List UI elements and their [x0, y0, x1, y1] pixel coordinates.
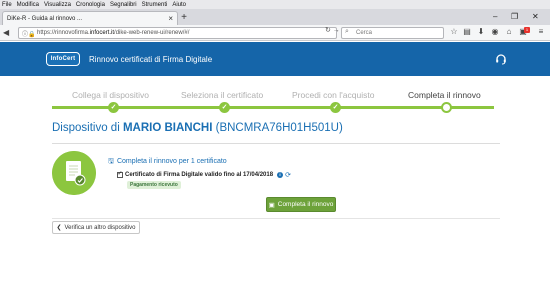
- device-prefix: Dispositivo di: [52, 122, 123, 134]
- browser-tab[interactable]: DiKe-R - Guida al rinnovo ... ×: [2, 11, 178, 25]
- menu-bar: File Modifica Visualizza Cronologia Segn…: [0, 0, 550, 9]
- window-close-icon[interactable]: ✕: [532, 12, 539, 21]
- menu-visualizza[interactable]: Visualizza: [44, 2, 71, 8]
- complete-renewal-link-text: Completa il rinnovo per 1 certificato: [116, 158, 227, 165]
- menu-aiuto[interactable]: Aiuto: [172, 2, 186, 8]
- search-icon: ⌕: [345, 28, 349, 35]
- notification-badge: 1: [524, 27, 530, 33]
- pocket-icon[interactable]: ◉: [490, 27, 500, 36]
- save-icon: 🖫: [108, 158, 114, 165]
- chevron-left-icon: ❮: [56, 225, 62, 231]
- library-icon[interactable]: ▤: [462, 27, 472, 36]
- step-label-3: Procedi con l'acquisto: [292, 90, 375, 100]
- divider: [52, 218, 500, 219]
- camera-icon: ▣: [268, 201, 275, 209]
- infocert-logo[interactable]: InfoCert: [46, 52, 80, 66]
- menu-cronologia[interactable]: Cronologia: [76, 2, 105, 8]
- back-icon[interactable]: ◀: [3, 28, 9, 37]
- tab-strip: DiKe-R - Guida al rinnovo ... × + – ❐ ✕: [0, 9, 550, 25]
- menu-strumenti[interactable]: Strumenti: [142, 2, 168, 8]
- url-path: /dike-web-renew-ui/renew/#/: [114, 30, 190, 36]
- certificate-document-icon: [52, 151, 96, 195]
- new-tab-icon[interactable]: +: [179, 12, 189, 23]
- status-badge: Pagamento ricevuto: [127, 181, 181, 189]
- step-label-4: Completa il rinnovo: [408, 90, 481, 100]
- minimize-icon[interactable]: –: [493, 12, 497, 21]
- progress-stepper: Collega il dispositivo Seleziona il cert…: [0, 76, 550, 113]
- info-icon[interactable]: i: [277, 172, 284, 178]
- verify-button-label: Verifica un altro dispositivo: [64, 224, 136, 231]
- reload-icon[interactable]: ↻ →: [325, 26, 340, 34]
- downloads-icon[interactable]: ⬇: [476, 27, 486, 36]
- search-placeholder: Cerca: [356, 30, 373, 36]
- step-4-current-marker: [441, 102, 452, 113]
- bookmark-star-icon[interactable]: ☆: [449, 27, 459, 36]
- page-title: Dispositivo di MARIO BIANCHI (BNCMRA76H0…: [52, 122, 343, 134]
- search-input[interactable]: ⌕ Cerca: [341, 27, 444, 39]
- url-prefix: https://rinnovofirma.: [37, 30, 90, 36]
- complete-renewal-link[interactable]: 🖫 Completa il rinnovo per 1 certificato: [108, 157, 227, 168]
- app-title: Rinnovo certificati di Firma Digitale: [89, 55, 213, 64]
- complete-renewal-button-label: Completa il rinnovo: [277, 201, 334, 208]
- step-label-2: Seleziona il certificato: [181, 90, 264, 100]
- certificate-label: Certificato di Firma Digitale valido fin…: [125, 172, 274, 178]
- home-icon[interactable]: ⌂: [504, 27, 514, 36]
- certificate-checkbox[interactable]: [117, 170, 123, 178]
- verify-another-device-button[interactable]: ❮ Verifica un altro dispositivo: [52, 221, 140, 234]
- step-3-check-icon: ✓: [330, 102, 341, 113]
- step-label-1: Collega il dispositivo: [72, 90, 150, 100]
- menu-modifica[interactable]: Modifica: [17, 2, 39, 8]
- url-bar[interactable]: ⓘ🔒 https://rinnovofirma. infocert.it/dike…: [18, 27, 337, 39]
- step-2-check-icon: ✓: [219, 102, 230, 113]
- lock-icon: ⓘ🔒: [22, 32, 36, 38]
- navigation-bar: ◀ ⓘ🔒 https://rinnovofirma. infocert.it/di…: [0, 25, 550, 41]
- hamburger-menu-icon[interactable]: ≡: [536, 27, 546, 36]
- device-fiscal-code: (BNCMRA76H01H501U): [215, 122, 343, 134]
- tab-title: DiKe-R - Guida al rinnovo ...: [7, 15, 83, 22]
- refresh-icon[interactable]: ⟳: [285, 171, 291, 179]
- maximize-icon[interactable]: ❐: [511, 12, 518, 21]
- headset-support-icon[interactable]: [495, 53, 507, 65]
- menu-file[interactable]: File: [2, 2, 12, 8]
- certificate-row: Certificato di Firma Digitale valido fin…: [117, 170, 291, 179]
- url-host: infocert.it: [89, 30, 115, 36]
- divider: [52, 143, 500, 144]
- device-owner-name: MARIO BIANCHI: [122, 122, 213, 134]
- step-1-check-icon: ✓: [108, 102, 119, 113]
- app-header: InfoCert Rinnovo certificati di Firma Di…: [0, 42, 550, 76]
- close-tab-icon[interactable]: ×: [168, 14, 173, 23]
- menu-segnalibri[interactable]: Segnalibri: [110, 2, 137, 8]
- complete-renewal-button[interactable]: ▣ Completa il rinnovo: [266, 197, 336, 212]
